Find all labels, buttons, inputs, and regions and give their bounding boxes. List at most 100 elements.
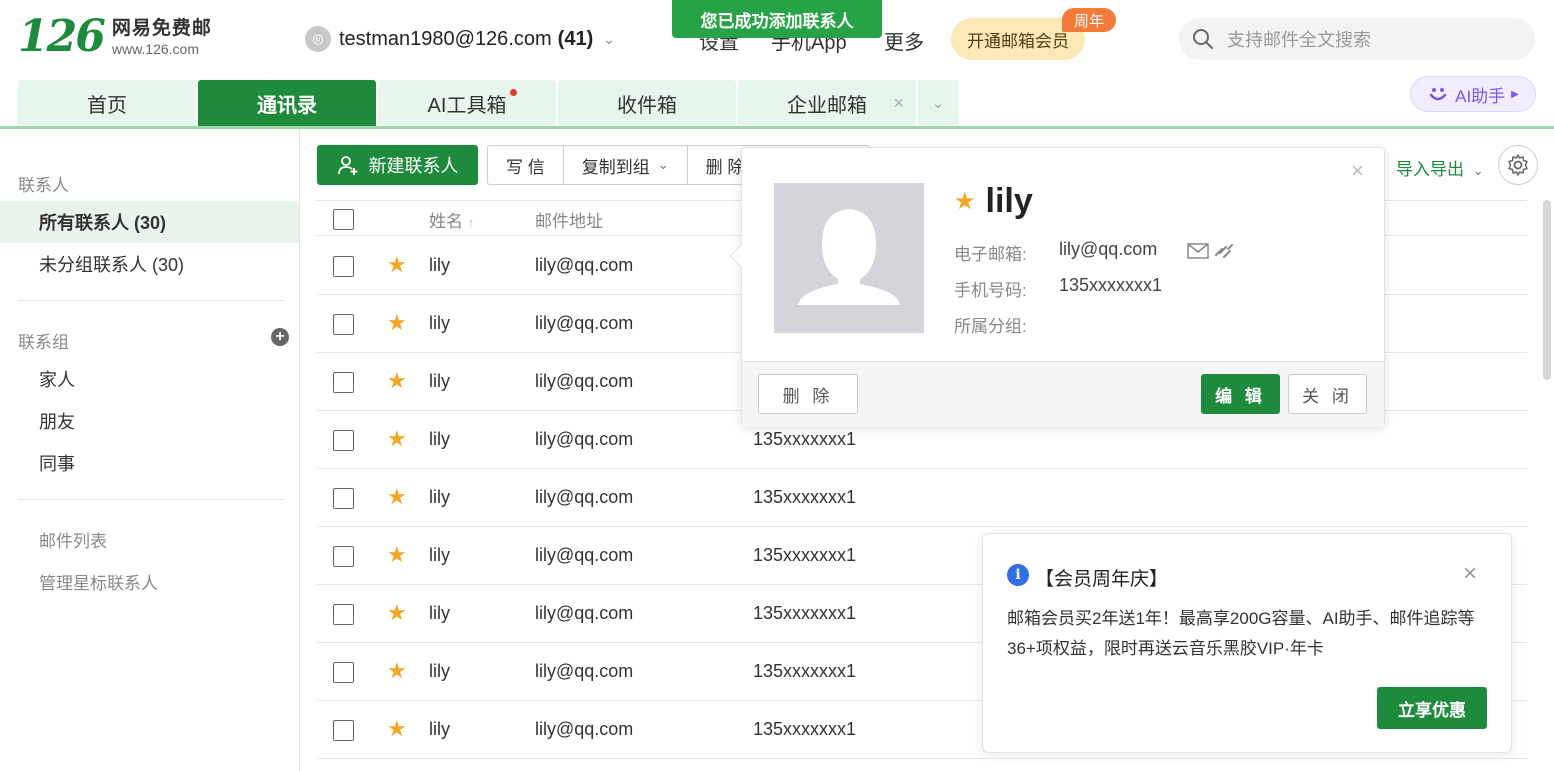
account-switcher[interactable]: ◎ testman1980@126.com (41) ⌄: [305, 26, 615, 52]
tabs-more-chevron-icon[interactable]: ⌄: [918, 80, 958, 126]
star-icon[interactable]: ★: [387, 485, 407, 509]
copy-to-group-button[interactable]: 复制到组 ⌄: [564, 146, 688, 184]
row-checkbox[interactable]: [333, 546, 354, 567]
close-popup-button[interactable]: 关 闭: [1288, 374, 1367, 414]
close-icon[interactable]: ×: [1351, 158, 1364, 184]
scrollbar[interactable]: [1543, 200, 1551, 380]
tab-enterprise-mail[interactable]: 企业邮箱 ×: [738, 80, 916, 126]
row-checkbox[interactable]: [333, 662, 354, 683]
sidebar-item-all-contacts[interactable]: 所有联系人 (30): [0, 201, 299, 243]
star-icon[interactable]: ★: [387, 311, 407, 335]
select-all-checkbox[interactable]: [333, 209, 354, 230]
settings-gear-button[interactable]: [1498, 145, 1538, 185]
contact-email-cell[interactable]: lily@qq.com: [535, 371, 633, 392]
contact-name-cell[interactable]: lily: [429, 603, 450, 624]
close-icon[interactable]: ×: [1463, 560, 1477, 588]
contact-email-cell[interactable]: lily@qq.com: [535, 487, 633, 508]
star-icon[interactable]: ★: [387, 253, 407, 277]
chevron-down-icon: ⌄: [603, 30, 615, 47]
write-mail-button[interactable]: 写 信: [488, 146, 564, 184]
contact-detail-popup: × ★ lily 电子邮箱: lily@qq.com 手机号码: 135xxxx…: [729, 147, 1385, 427]
row-checkbox[interactable]: [333, 720, 354, 741]
link-icon[interactable]: [1213, 242, 1235, 260]
mail-icon[interactable]: [1187, 243, 1209, 259]
account-avatar-icon: ◎: [305, 26, 331, 52]
sidebar-item-colleagues[interactable]: 同事: [0, 442, 299, 484]
chevron-down-icon: ⌄: [657, 157, 669, 172]
contact-email-cell[interactable]: lily@qq.com: [535, 545, 633, 566]
new-contact-label: 新建联系人: [368, 156, 459, 176]
groups-header: 联系组: [18, 333, 69, 352]
tab-label: 收件箱: [617, 94, 677, 117]
row-checkbox[interactable]: [333, 488, 354, 509]
logo[interactable]: 126 网易免费邮 www.126.com: [18, 12, 212, 62]
sidebar-item-family[interactable]: 家人: [0, 358, 299, 400]
add-group-icon[interactable]: +: [271, 328, 289, 346]
row-checkbox[interactable]: [333, 372, 354, 393]
sidebar-item-manage-starred[interactable]: 管理星标联系人: [39, 569, 158, 594]
ai-smile-icon: [1429, 88, 1447, 101]
contact-email-cell[interactable]: lily@qq.com: [535, 313, 633, 334]
sidebar-item-ungrouped[interactable]: 未分组联系人 (30): [0, 243, 299, 285]
star-icon[interactable]: ★: [387, 717, 407, 741]
row-checkbox[interactable]: [333, 604, 354, 625]
divider: [18, 499, 284, 500]
ai-assistant-button[interactable]: AI助手 ▶: [1410, 76, 1536, 112]
contact-name-cell[interactable]: lily: [429, 313, 450, 334]
contact-email-cell[interactable]: lily@qq.com: [535, 603, 633, 624]
star-icon[interactable]: ★: [954, 187, 976, 216]
promo-notification: i 【会员周年庆】 × 邮箱会员买2年送1年！最高享200G容量、AI助手、邮件…: [982, 533, 1512, 753]
star-icon[interactable]: ★: [387, 543, 407, 567]
tab-home[interactable]: 首页: [18, 80, 196, 126]
close-icon[interactable]: ×: [893, 93, 904, 114]
star-icon[interactable]: ★: [387, 601, 407, 625]
tab-ai-toolbox[interactable]: AI工具箱: [378, 80, 556, 126]
star-icon[interactable]: ★: [387, 659, 407, 683]
star-icon[interactable]: ★: [387, 427, 407, 451]
contact-name: ★ lily: [954, 182, 1033, 221]
contact-email-cell[interactable]: lily@qq.com: [535, 719, 633, 740]
delete-contact-button[interactable]: 删 除: [758, 374, 858, 414]
email-value[interactable]: lily@qq.com: [1059, 239, 1157, 260]
row-checkbox[interactable]: [333, 430, 354, 451]
contact-name-cell[interactable]: lily: [429, 255, 450, 276]
tab-inbox[interactable]: 收件箱: [558, 80, 736, 126]
column-header-name[interactable]: 姓名 ↑: [429, 207, 474, 232]
contact-phone-cell: 135xxxxxxx1: [753, 661, 857, 681]
logo-name: 网易免费邮: [111, 18, 212, 39]
contact-phone-cell: 135xxxxxxx1: [753, 719, 857, 739]
search-box[interactable]: 支持邮件全文搜索: [1179, 18, 1535, 60]
logo-url: www.126.com: [111, 41, 200, 57]
contact-name-cell[interactable]: lily: [429, 545, 450, 566]
tab-label: 企业邮箱: [787, 94, 867, 117]
tab-contacts[interactable]: 通讯录: [198, 80, 376, 126]
contact-name-cell[interactable]: lily: [429, 429, 450, 450]
contact-phone-cell: 135xxxxxxx1: [753, 603, 857, 623]
logo-mark: 126: [18, 11, 106, 62]
divider: [18, 300, 284, 301]
contact-name-text: lily: [985, 182, 1033, 220]
new-contact-button[interactable]: 新建联系人: [317, 145, 478, 185]
gear-icon: [1508, 154, 1528, 176]
star-icon[interactable]: ★: [387, 369, 407, 393]
search-placeholder: 支持邮件全文搜索: [1227, 30, 1371, 50]
contacts-header: 联系人: [18, 176, 69, 195]
sidebar-item-friends[interactable]: 朋友: [0, 400, 299, 442]
contact-email-cell[interactable]: lily@qq.com: [535, 661, 633, 682]
row-checkbox[interactable]: [333, 256, 354, 277]
contact-name-cell[interactable]: lily: [429, 371, 450, 392]
nav-more[interactable]: 更多: [884, 26, 924, 55]
notification-dot: [510, 89, 517, 96]
import-export-button[interactable]: 导入导出 ⌄: [1396, 155, 1484, 180]
row-checkbox[interactable]: [333, 314, 354, 335]
edit-contact-button[interactable]: 编 辑: [1201, 374, 1280, 414]
contact-name-cell[interactable]: lily: [429, 719, 450, 740]
contact-name-cell[interactable]: lily: [429, 661, 450, 682]
promo-claim-button[interactable]: 立享优惠: [1377, 687, 1487, 729]
contact-email-cell[interactable]: lily@qq.com: [535, 255, 633, 276]
contact-name-cell[interactable]: lily: [429, 487, 450, 508]
contact-phone-cell: 135xxxxxxx1: [753, 429, 857, 449]
sidebar-item-mail-list[interactable]: 邮件列表: [39, 527, 107, 552]
table-row[interactable]: ★ lily lily@qq.com 135xxxxxxx1: [317, 469, 1527, 527]
contact-email-cell[interactable]: lily@qq.com: [535, 429, 633, 450]
